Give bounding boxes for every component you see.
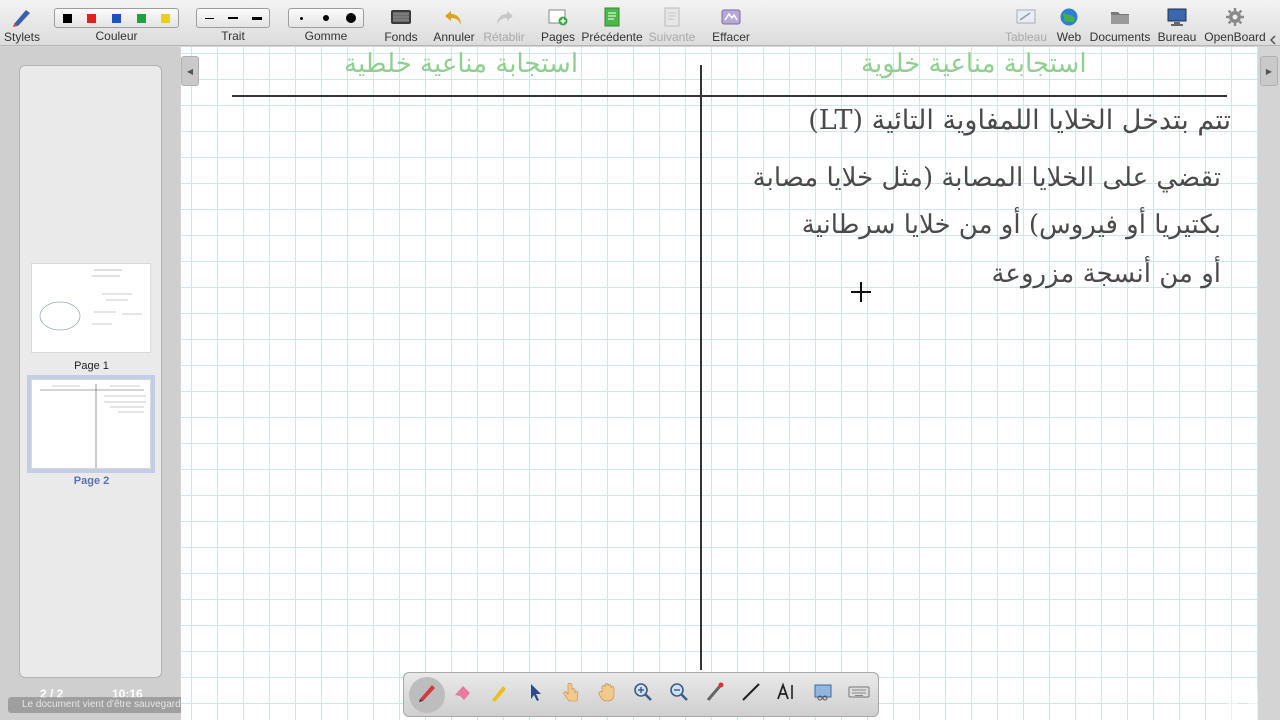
zoom-in-icon — [632, 681, 654, 708]
select-tool[interactable] — [517, 677, 553, 713]
note-line-3: بكتيريا أو فيروس) أو من خلايا سرطانية — [801, 210, 1221, 240]
crosshair-cursor-icon — [850, 281, 872, 303]
open-hand-icon — [596, 681, 618, 708]
zoom-out-tool[interactable] — [661, 677, 697, 713]
save-status: Le document vient d'être sauvegardé... — [8, 697, 204, 713]
line-thick[interactable] — [245, 9, 269, 27]
color-blue[interactable] — [104, 9, 129, 27]
clear-page-icon — [719, 6, 743, 28]
documents-mode-button[interactable]: Documents — [1090, 2, 1150, 44]
whiteboard-canvas[interactable]: استجابة مناعية خلطية استجابة مناعية خلوي… — [181, 47, 1258, 720]
fonds-button[interactable]: Fonds — [383, 2, 419, 44]
eraser-small[interactable] — [289, 9, 314, 27]
page-1-thumbnail[interactable] — [31, 263, 151, 353]
redo-icon — [492, 6, 516, 28]
zoom-in-tool[interactable] — [625, 677, 661, 713]
tableau-mode-button[interactable]: Tableau — [1004, 2, 1048, 44]
arrow-pointer-icon — [524, 681, 546, 708]
pen-tool-icon — [416, 681, 438, 708]
text-icon — [776, 681, 798, 708]
eraser-label: Gomme — [304, 29, 348, 43]
pen-icon — [10, 6, 34, 28]
capture-tool[interactable] — [805, 677, 841, 713]
color-yellow[interactable] — [153, 9, 178, 27]
page-2-label: Page 2 — [73, 475, 110, 487]
laser-pointer-icon — [704, 681, 726, 708]
eraser-tool[interactable] — [445, 677, 481, 713]
screen-capture-icon — [812, 681, 834, 708]
eraser-tool-icon — [452, 681, 474, 708]
undo-button[interactable]: Annuler — [433, 2, 475, 44]
line-icon — [740, 681, 762, 708]
vertical-divider — [700, 65, 702, 670]
highlighter-tool[interactable] — [481, 677, 517, 713]
erase-page-button[interactable]: Effacer — [712, 2, 750, 44]
board-icon — [1014, 6, 1038, 28]
keyboard-icon — [847, 681, 871, 708]
desktop-mode-button[interactable]: Bureau — [1157, 2, 1197, 44]
color-black[interactable] — [55, 9, 80, 27]
zoom-out-icon — [668, 681, 690, 708]
line-thin[interactable] — [197, 9, 221, 27]
interact-tool[interactable] — [553, 677, 589, 713]
previous-page-button[interactable]: Précédente — [581, 2, 643, 44]
next-page-button[interactable]: Suivante — [648, 2, 696, 44]
web-mode-button[interactable]: Web — [1055, 2, 1083, 44]
stylus-palette — [403, 672, 879, 717]
line-medium[interactable] — [221, 9, 245, 27]
page-2-thumbnail[interactable] — [27, 375, 155, 473]
laser-pointer-tool[interactable] — [697, 677, 733, 713]
openboard-menu-button[interactable]: OpenBoard — [1204, 2, 1266, 44]
pen-tool[interactable] — [409, 676, 445, 713]
folder-icon — [1108, 6, 1132, 28]
color-red[interactable] — [80, 9, 105, 27]
background-icon — [389, 6, 413, 28]
main-toolbar: Stylets Couleur Trait Gomme Fonds Annule… — [0, 0, 1280, 46]
monitor-icon — [1165, 6, 1189, 28]
line-width-label: Trait — [221, 29, 245, 43]
pointing-hand-icon — [560, 681, 582, 708]
right-panel-strip — [1258, 47, 1280, 720]
highlighter-tool-icon — [488, 681, 510, 708]
line-width-selector — [196, 8, 270, 28]
horizontal-divider — [232, 95, 1227, 97]
add-page-icon — [546, 6, 570, 28]
color-selector — [54, 8, 179, 28]
undo-icon — [442, 6, 466, 28]
next-page-icon — [660, 6, 684, 28]
note-line-4: أو من أنسجة مزروعة — [991, 259, 1221, 289]
window-close-icon[interactable] — [1269, 32, 1278, 45]
page-thumbnails: Page 1 Page 2 — [19, 65, 162, 678]
page-1-label: Page 1 — [74, 360, 109, 372]
stylets-button[interactable]: Stylets — [4, 2, 40, 44]
pages-panel: Page 1 Page 2 2 / 2 10:16 Le document vi… — [0, 47, 204, 720]
hand-tool[interactable] — [589, 677, 625, 713]
virtual-keyboard-tool[interactable] — [841, 677, 877, 713]
text-tool[interactable] — [769, 677, 805, 713]
collapse-right-panel-button[interactable]: ▶ — [1260, 56, 1278, 86]
color-label: Couleur — [95, 29, 138, 43]
line-tool[interactable] — [733, 677, 769, 713]
note-line-1: تتم بتدخل الخلايا اللمفاوية التائية (LT) — [808, 105, 1231, 136]
pages-button[interactable]: Pages — [540, 2, 576, 44]
left-column-heading: استجابة مناعية خلطية — [344, 49, 579, 79]
video-watermark: InShOt — [1221, 669, 1258, 720]
previous-page-icon — [600, 6, 624, 28]
collapse-left-panel-button[interactable]: ◀ — [181, 56, 199, 86]
eraser-size-selector — [288, 8, 364, 28]
settings-gear-icon — [1223, 6, 1247, 28]
eraser-large[interactable] — [338, 9, 363, 27]
note-line-2: تقضي على الخلايا المصابة (مثل خلايا مصاب… — [752, 163, 1221, 193]
redo-button[interactable]: Rétablir — [483, 2, 525, 44]
eraser-medium[interactable] — [314, 9, 339, 27]
right-column-heading: استجابة مناعية خلوية — [861, 49, 1087, 79]
color-green[interactable] — [129, 9, 154, 27]
globe-icon — [1057, 6, 1081, 28]
